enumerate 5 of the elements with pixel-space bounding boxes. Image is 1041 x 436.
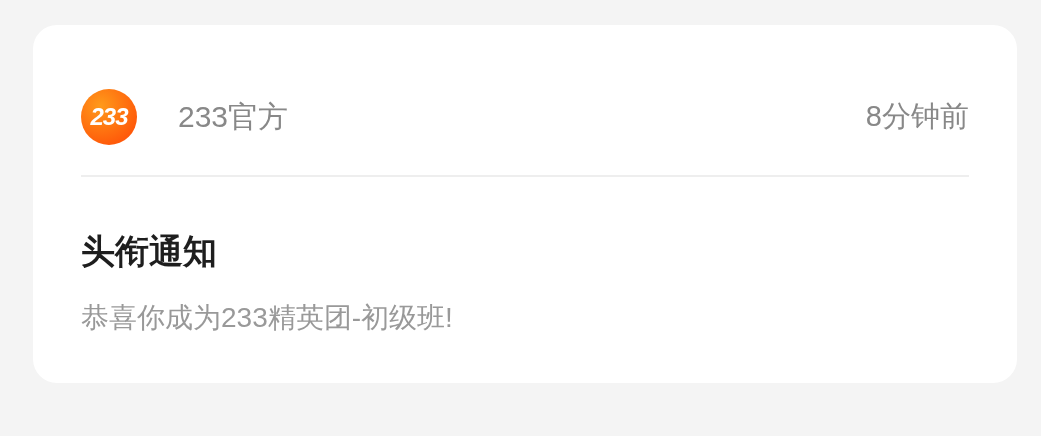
sender-name: 233官方 <box>178 98 290 135</box>
logo: 233 <box>81 89 137 145</box>
message-title: 头衔通知 <box>81 231 218 272</box>
message-body: 恭喜你成为233精英团-初级班! <box>81 301 454 335</box>
message-time: 8分钟前 <box>865 99 969 134</box>
